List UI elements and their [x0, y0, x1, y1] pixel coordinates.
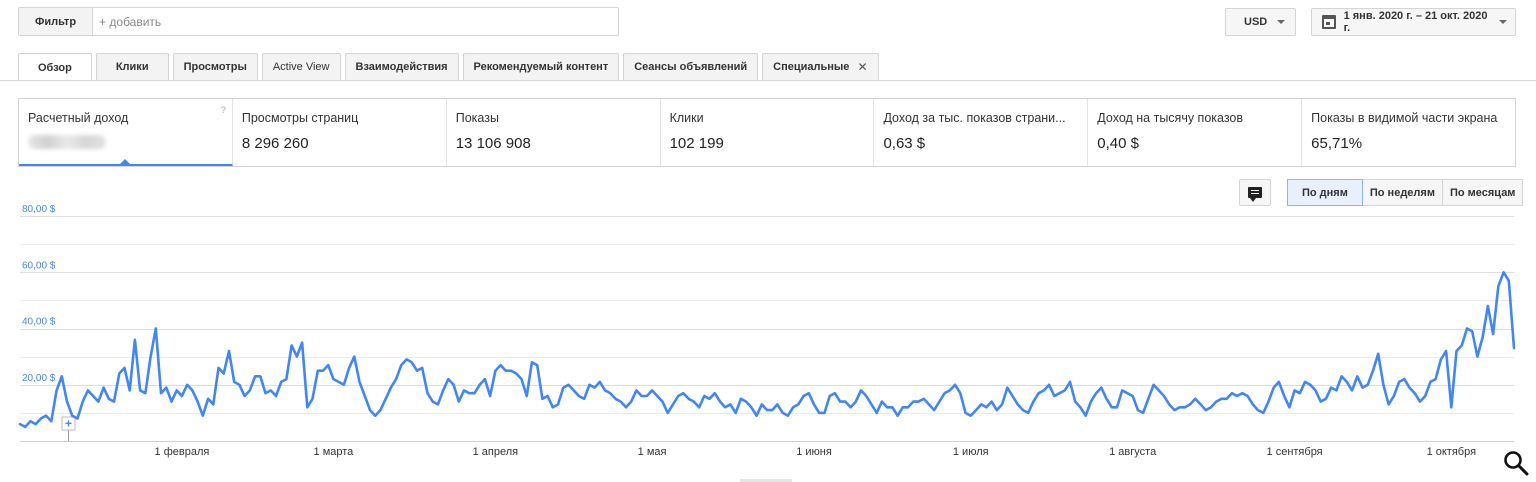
annotation-button[interactable] [1239, 179, 1271, 206]
scorecard-viewability[interactable]: Показы в видимой части экрана 65,71% [1302, 99, 1515, 166]
x-tick-label: 1 июля [953, 446, 989, 458]
period-monthly-button[interactable]: По месяцам [1441, 179, 1524, 206]
search-icon[interactable] [1503, 450, 1529, 476]
tab-recommended-content[interactable]: Рекомендуемый контент [462, 53, 620, 80]
x-tick-label: 1 августа [1109, 446, 1157, 458]
scorecard-page-rpm[interactable]: Доход за тыс. показов страни... 0,63 $ [874, 99, 1089, 166]
x-tick-label: 1 сентября [1267, 446, 1323, 458]
series-line [18, 271, 1516, 429]
tab-clicks[interactable]: Клики [95, 53, 169, 80]
calendar-icon [1322, 15, 1336, 29]
close-icon[interactable]: ✕ [857, 60, 867, 74]
filter-button[interactable]: Фильтр [19, 8, 94, 35]
earnings-line-chart: 20,00 $ 40,00 $ 60,00 $ 80,00 $ 1 февраля 1 м… [18, 205, 1516, 458]
filter-add-input[interactable] [93, 14, 618, 29]
chevron-down-icon [1499, 20, 1507, 24]
scorecard-value: 0,40 $ [1097, 135, 1140, 152]
scorecard-label: Доход на тысячу показов [1097, 111, 1244, 125]
tab-ad-sessions[interactable]: Сеансы объявлений [623, 53, 759, 80]
currency-value: USD [1244, 16, 1268, 28]
x-tick-label: 1 апреля [473, 446, 519, 458]
scorecard-label: Просмотры страниц [241, 111, 359, 125]
x-tick-label: 1 марта [314, 446, 355, 458]
scorecard-estimated-earnings[interactable]: Расчетный доход ? [19, 99, 233, 166]
scorecard-clicks[interactable]: Клики 102 199 [661, 99, 875, 166]
x-tick-label: 1 мая [638, 446, 667, 458]
filter-bar: Фильтр [18, 7, 619, 36]
scorecard-value: 13 106 908 [455, 135, 531, 152]
report-tabs: Обзор Клики Просмотры Active View Взаимо… [18, 53, 879, 81]
scorecard-impression-rpm[interactable]: Доход на тысячу показов 0,40 $ [1088, 99, 1303, 166]
y-tick-label: 80,00 $ [22, 205, 56, 215]
active-pointer [119, 159, 131, 165]
scorecard-value: 8 296 260 [241, 135, 309, 152]
help-icon[interactable]: ? [221, 105, 226, 115]
period-weekly-button[interactable]: По неделям [1361, 179, 1443, 206]
scorecard-impressions[interactable]: Показы 13 106 908 [447, 99, 661, 166]
y-tick-label: 20,00 $ [22, 373, 56, 384]
scorecard-label: Клики [669, 111, 704, 125]
scorecards: Расчетный доход ? Просмотры страниц 8 29… [18, 98, 1516, 167]
period-switcher: По дням По неделям По месяцам [1287, 179, 1524, 206]
tab-views[interactable]: Просмотры [172, 53, 258, 80]
date-range-picker[interactable]: 1 янв. 2020 г. – 21 окт. 2020 г. [1311, 8, 1516, 36]
x-tick-label: 1 октября [1427, 446, 1477, 458]
scorecard-value: 0,63 $ [883, 135, 926, 152]
scorecard-value: 65,71% [1311, 135, 1363, 152]
adsense-report-page: Фильтр USD 1 янв. 2020 г. – 21 окт. 2020… [0, 0, 1536, 482]
tabs-divider [0, 80, 1536, 81]
blurred-value [28, 135, 106, 149]
currency-select[interactable]: USD [1225, 8, 1296, 36]
scorecard-label: Показы в видимой части экрана [1311, 111, 1498, 125]
tab-active-view[interactable]: Active View [261, 53, 341, 80]
scorecard-label: Показы [455, 111, 499, 125]
tab-custom-label: Специальные [773, 61, 850, 73]
chevron-down-icon [1277, 20, 1285, 24]
period-daily-button[interactable]: По дням [1287, 179, 1363, 206]
plus-icon: + [65, 417, 72, 431]
x-tick-label: 1 июня [796, 446, 832, 458]
tab-custom[interactable]: Специальные ✕ [762, 53, 879, 80]
tab-overview[interactable]: Обзор [18, 53, 92, 81]
date-range-value: 1 янв. 2020 г. – 21 окт. 2020 г. [1343, 10, 1488, 34]
tab-interactions[interactable]: Взаимодействия [344, 53, 459, 80]
x-tick-label: 1 февраля [155, 446, 210, 458]
y-tick-label: 60,00 $ [22, 260, 56, 271]
scorecard-label: Доход за тыс. показов страни... [883, 111, 1066, 125]
y-tick-label: 40,00 $ [22, 317, 56, 328]
scorecard-label: Расчетный доход [28, 111, 129, 125]
comment-icon [1248, 187, 1262, 202]
scorecard-page-views[interactable]: Просмотры страниц 8 296 260 [233, 99, 447, 166]
scorecard-value: 102 199 [669, 135, 724, 152]
